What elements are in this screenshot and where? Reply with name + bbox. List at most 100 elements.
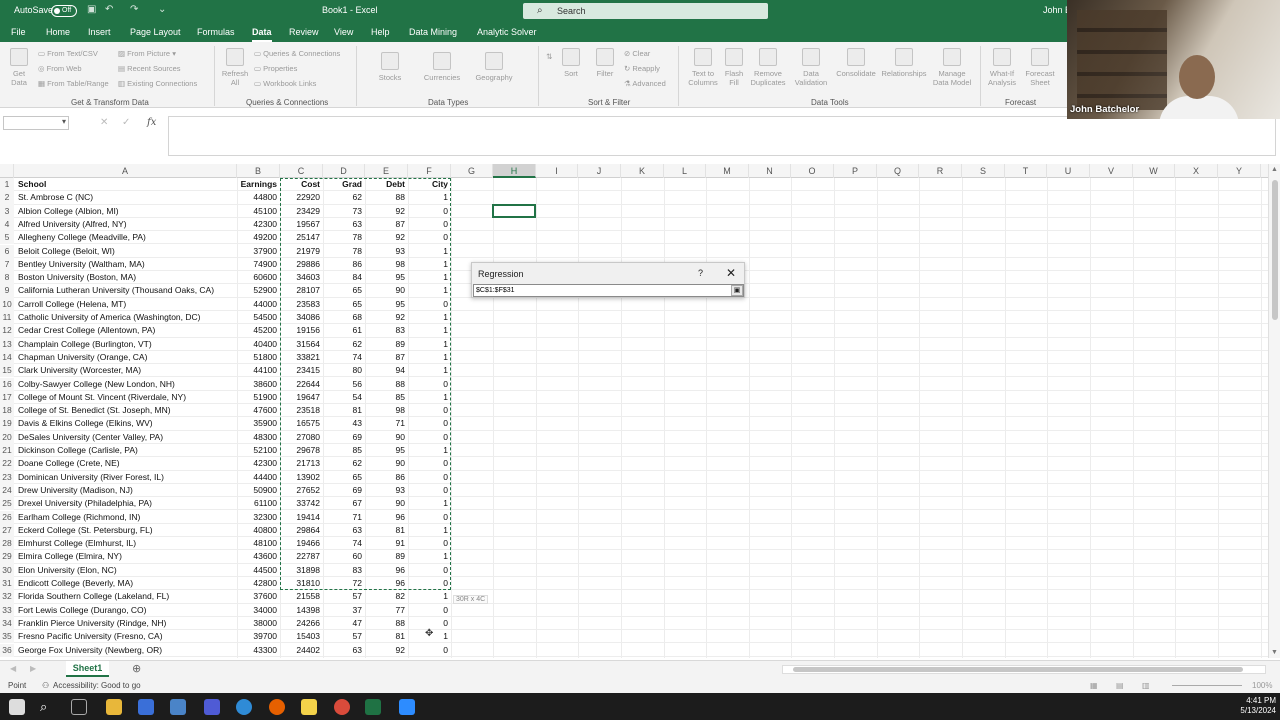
recent-sources-button[interactable]: ▤ Recent Sources: [118, 64, 181, 73]
notes-app-icon[interactable]: [301, 699, 317, 715]
column-header-m[interactable]: M: [706, 164, 749, 178]
column-header-b[interactable]: B: [237, 164, 280, 178]
row-header[interactable]: 32: [0, 590, 14, 604]
horizontal-scrollbar[interactable]: [782, 665, 1266, 674]
tab-page-layout[interactable]: Page Layout: [130, 27, 181, 37]
data-cell[interactable]: 42800: [237, 577, 280, 590]
flash-fill-button[interactable]: Flash Fill: [722, 48, 746, 87]
manage-data-model-button[interactable]: Manage Data Model: [930, 48, 974, 87]
stocks-button[interactable]: Stocks: [372, 52, 408, 82]
data-cell[interactable]: College of St. Benedict (St. Joseph, MN): [18, 404, 237, 417]
data-cell[interactable]: 34000: [237, 604, 280, 617]
data-cell[interactable]: 24266: [280, 617, 323, 630]
data-cell[interactable]: Cedar Crest College (Allentown, PA): [18, 324, 237, 337]
data-cell[interactable]: Franklin Pierce University (Rindge, NH): [18, 617, 237, 630]
row-header[interactable]: 10: [0, 297, 14, 311]
data-cell[interactable]: Elmhurst College (Elmhurst, IL): [18, 537, 237, 550]
sheet-tab[interactable]: Sheet1: [66, 661, 109, 677]
row-header[interactable]: 2: [0, 191, 14, 205]
advanced-filter-button[interactable]: ⚗ Advanced: [624, 79, 666, 88]
data-cell[interactable]: 57: [323, 590, 365, 603]
data-cell[interactable]: 81: [365, 630, 408, 643]
system-clock[interactable]: 4:41 PM 5/13/2024: [1232, 696, 1276, 716]
data-cell[interactable]: 54500: [237, 311, 280, 324]
accessibility-icon[interactable]: ⚇: [42, 681, 49, 690]
data-cell[interactable]: 32300: [237, 511, 280, 524]
column-header-n[interactable]: N: [749, 164, 791, 178]
from-picture-button[interactable]: ▨ From Picture ▾: [118, 49, 176, 58]
data-cell[interactable]: 37600: [237, 590, 280, 603]
data-cell[interactable]: Champlain College (Burlington, VT): [18, 338, 237, 351]
data-cell[interactable]: Dickinson College (Carlisle, PA): [18, 444, 237, 457]
redo-icon[interactable]: ↷: [130, 4, 138, 15]
column-header-r[interactable]: R: [919, 164, 962, 178]
data-cell[interactable]: 15403: [280, 630, 323, 643]
row-header[interactable]: 31: [0, 577, 14, 591]
row-header[interactable]: 26: [0, 510, 14, 524]
data-cell[interactable]: Carroll College (Helena, MT): [18, 298, 237, 311]
column-header-t[interactable]: T: [1005, 164, 1047, 178]
data-cell[interactable]: 38000: [237, 617, 280, 630]
chrome-icon[interactable]: [334, 699, 350, 715]
row-header[interactable]: 22: [0, 457, 14, 471]
sort-az-icon[interactable]: ⇅: [546, 52, 552, 61]
column-header-y[interactable]: Y: [1218, 164, 1261, 178]
data-cell[interactable]: 0: [408, 604, 451, 617]
column-header-i[interactable]: I: [536, 164, 578, 178]
page-layout-view-icon[interactable]: ▤: [1116, 681, 1124, 690]
data-cell[interactable]: 24402: [280, 644, 323, 657]
data-cell[interactable]: Fort Lewis College (Durango, CO): [18, 604, 237, 617]
column-header-l[interactable]: L: [664, 164, 706, 178]
column-header-f[interactable]: F: [408, 164, 451, 178]
what-if-analysis-button[interactable]: What-If Analysis: [984, 48, 1020, 87]
reapply-button[interactable]: ↻ Reapply: [624, 64, 660, 73]
data-cell[interactable]: 82: [365, 590, 408, 603]
data-cell[interactable]: 61100: [237, 497, 280, 510]
prev-sheet-icon[interactable]: ◀: [10, 664, 16, 673]
data-cell[interactable]: DeSales University (Center Valley, PA): [18, 431, 237, 444]
row-header[interactable]: 23: [0, 470, 14, 484]
row-header[interactable]: 28: [0, 537, 14, 551]
customize-qat-icon[interactable]: ⌄: [158, 4, 166, 15]
data-cell[interactable]: 40800: [237, 524, 280, 537]
task-view-icon[interactable]: [71, 699, 87, 715]
weather-icon[interactable]: [170, 699, 186, 715]
relationships-button[interactable]: Relationships: [880, 48, 928, 78]
row-header[interactable]: 30: [0, 563, 14, 577]
data-cell[interactable]: 37: [323, 604, 365, 617]
row-header[interactable]: 24: [0, 483, 14, 498]
data-validation-button[interactable]: Data Validation: [790, 48, 832, 87]
file-explorer-icon[interactable]: [106, 699, 122, 715]
store-icon[interactable]: [138, 699, 154, 715]
firefox-icon[interactable]: [269, 699, 285, 715]
row-header[interactable]: 9: [0, 284, 14, 298]
remove-duplicates-button[interactable]: Remove Duplicates: [748, 48, 788, 87]
data-cell[interactable]: Drexel University (Philadelphia, PA): [18, 497, 237, 510]
data-cell[interactable]: 63: [323, 644, 365, 657]
tab-data-mining[interactable]: Data Mining: [409, 27, 457, 37]
data-cell[interactable]: Elon University (Elon, NC): [18, 564, 237, 577]
data-cell[interactable]: 60600: [237, 271, 280, 284]
geography-button[interactable]: Geography: [472, 52, 516, 82]
edge-icon[interactable]: [236, 699, 252, 715]
save-icon[interactable]: ▣: [87, 4, 96, 15]
data-cell[interactable]: Eckerd College (St. Petersburg, FL): [18, 524, 237, 537]
data-cell[interactable]: California Lutheran University (Thousand…: [18, 284, 237, 297]
data-cell[interactable]: 43600: [237, 550, 280, 563]
properties-button[interactable]: ▭ Properties: [254, 64, 297, 73]
scroll-thumb[interactable]: [1272, 180, 1278, 320]
row-header[interactable]: 35: [0, 630, 14, 644]
tab-formulas[interactable]: Formulas: [197, 27, 235, 37]
data-cell[interactable]: 74900: [237, 258, 280, 271]
data-cell[interactable]: 51900: [237, 391, 280, 404]
data-cell[interactable]: Dominican University (River Forest, IL): [18, 471, 237, 484]
column-header-g[interactable]: G: [451, 164, 493, 178]
data-cell[interactable]: 44500: [237, 564, 280, 577]
range-input[interactable]: [473, 284, 744, 297]
data-cell[interactable]: 42300: [237, 218, 280, 231]
from-web-button[interactable]: ◎ From Web: [38, 64, 82, 73]
data-cell[interactable]: 43300: [237, 644, 280, 657]
tab-view[interactable]: View: [334, 27, 353, 37]
data-cell[interactable]: Drew University (Madison, NJ): [18, 484, 237, 497]
row-header[interactable]: 6: [0, 244, 14, 258]
